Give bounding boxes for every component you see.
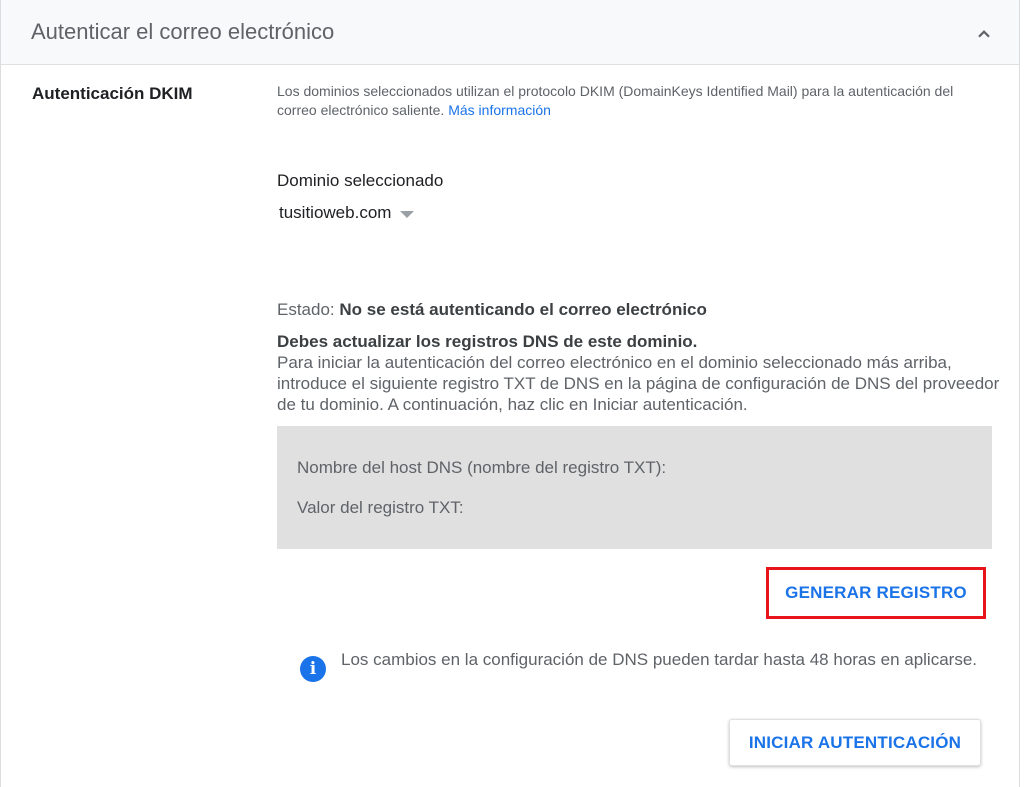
generate-button-highlight: GENERAR REGISTRO [766,567,986,619]
dropdown-arrow-icon [400,210,415,218]
domain-label: Dominio seleccionado [277,171,444,190]
status-line: Estado: No se está autenticando el corre… [277,300,707,320]
panel-header[interactable]: Autenticar el correo electrónico [1,0,1019,65]
notice-body: Para iniciar la autenticación del correo… [277,353,1000,414]
panel-title: Autenticar el correo electrónico [31,19,335,44]
status-prefix: Estado: [277,300,335,319]
dns-record-box: Nombre del host DNS (nombre del registro… [277,426,992,549]
description-text: Los dominios seleccionados utilizan el p… [277,83,954,118]
chevron-up-icon[interactable] [971,20,997,46]
domain-select[interactable]: tusitioweb.com [279,201,415,225]
info-message: Los cambios en la configuración de DNS p… [341,650,977,669]
domain-selected-value: tusitioweb.com [279,203,392,222]
start-authentication-button[interactable]: INICIAR AUTENTICACIÓN [729,719,981,766]
generate-record-button[interactable]: GENERAR REGISTRO [779,582,973,604]
email-auth-panel: Autenticar el correo electrónico Autenti… [0,0,1020,787]
more-info-link[interactable]: Más información [448,102,551,118]
notice-heading: Debes actualizar los registros DNS de es… [277,332,698,351]
dns-notice: Debes actualizar los registros DNS de es… [277,331,1007,415]
info-icon: i [300,656,326,682]
status-value: No se está autenticando el correo electr… [339,300,707,319]
dns-host-label: Nombre del host DNS (nombre del registro… [297,458,667,477]
section-label: Autenticación DKIM [32,84,193,103]
txt-value-label: Valor del registro TXT: [297,498,464,517]
section-description: Los dominios seleccionados utilizan el p… [277,82,957,120]
